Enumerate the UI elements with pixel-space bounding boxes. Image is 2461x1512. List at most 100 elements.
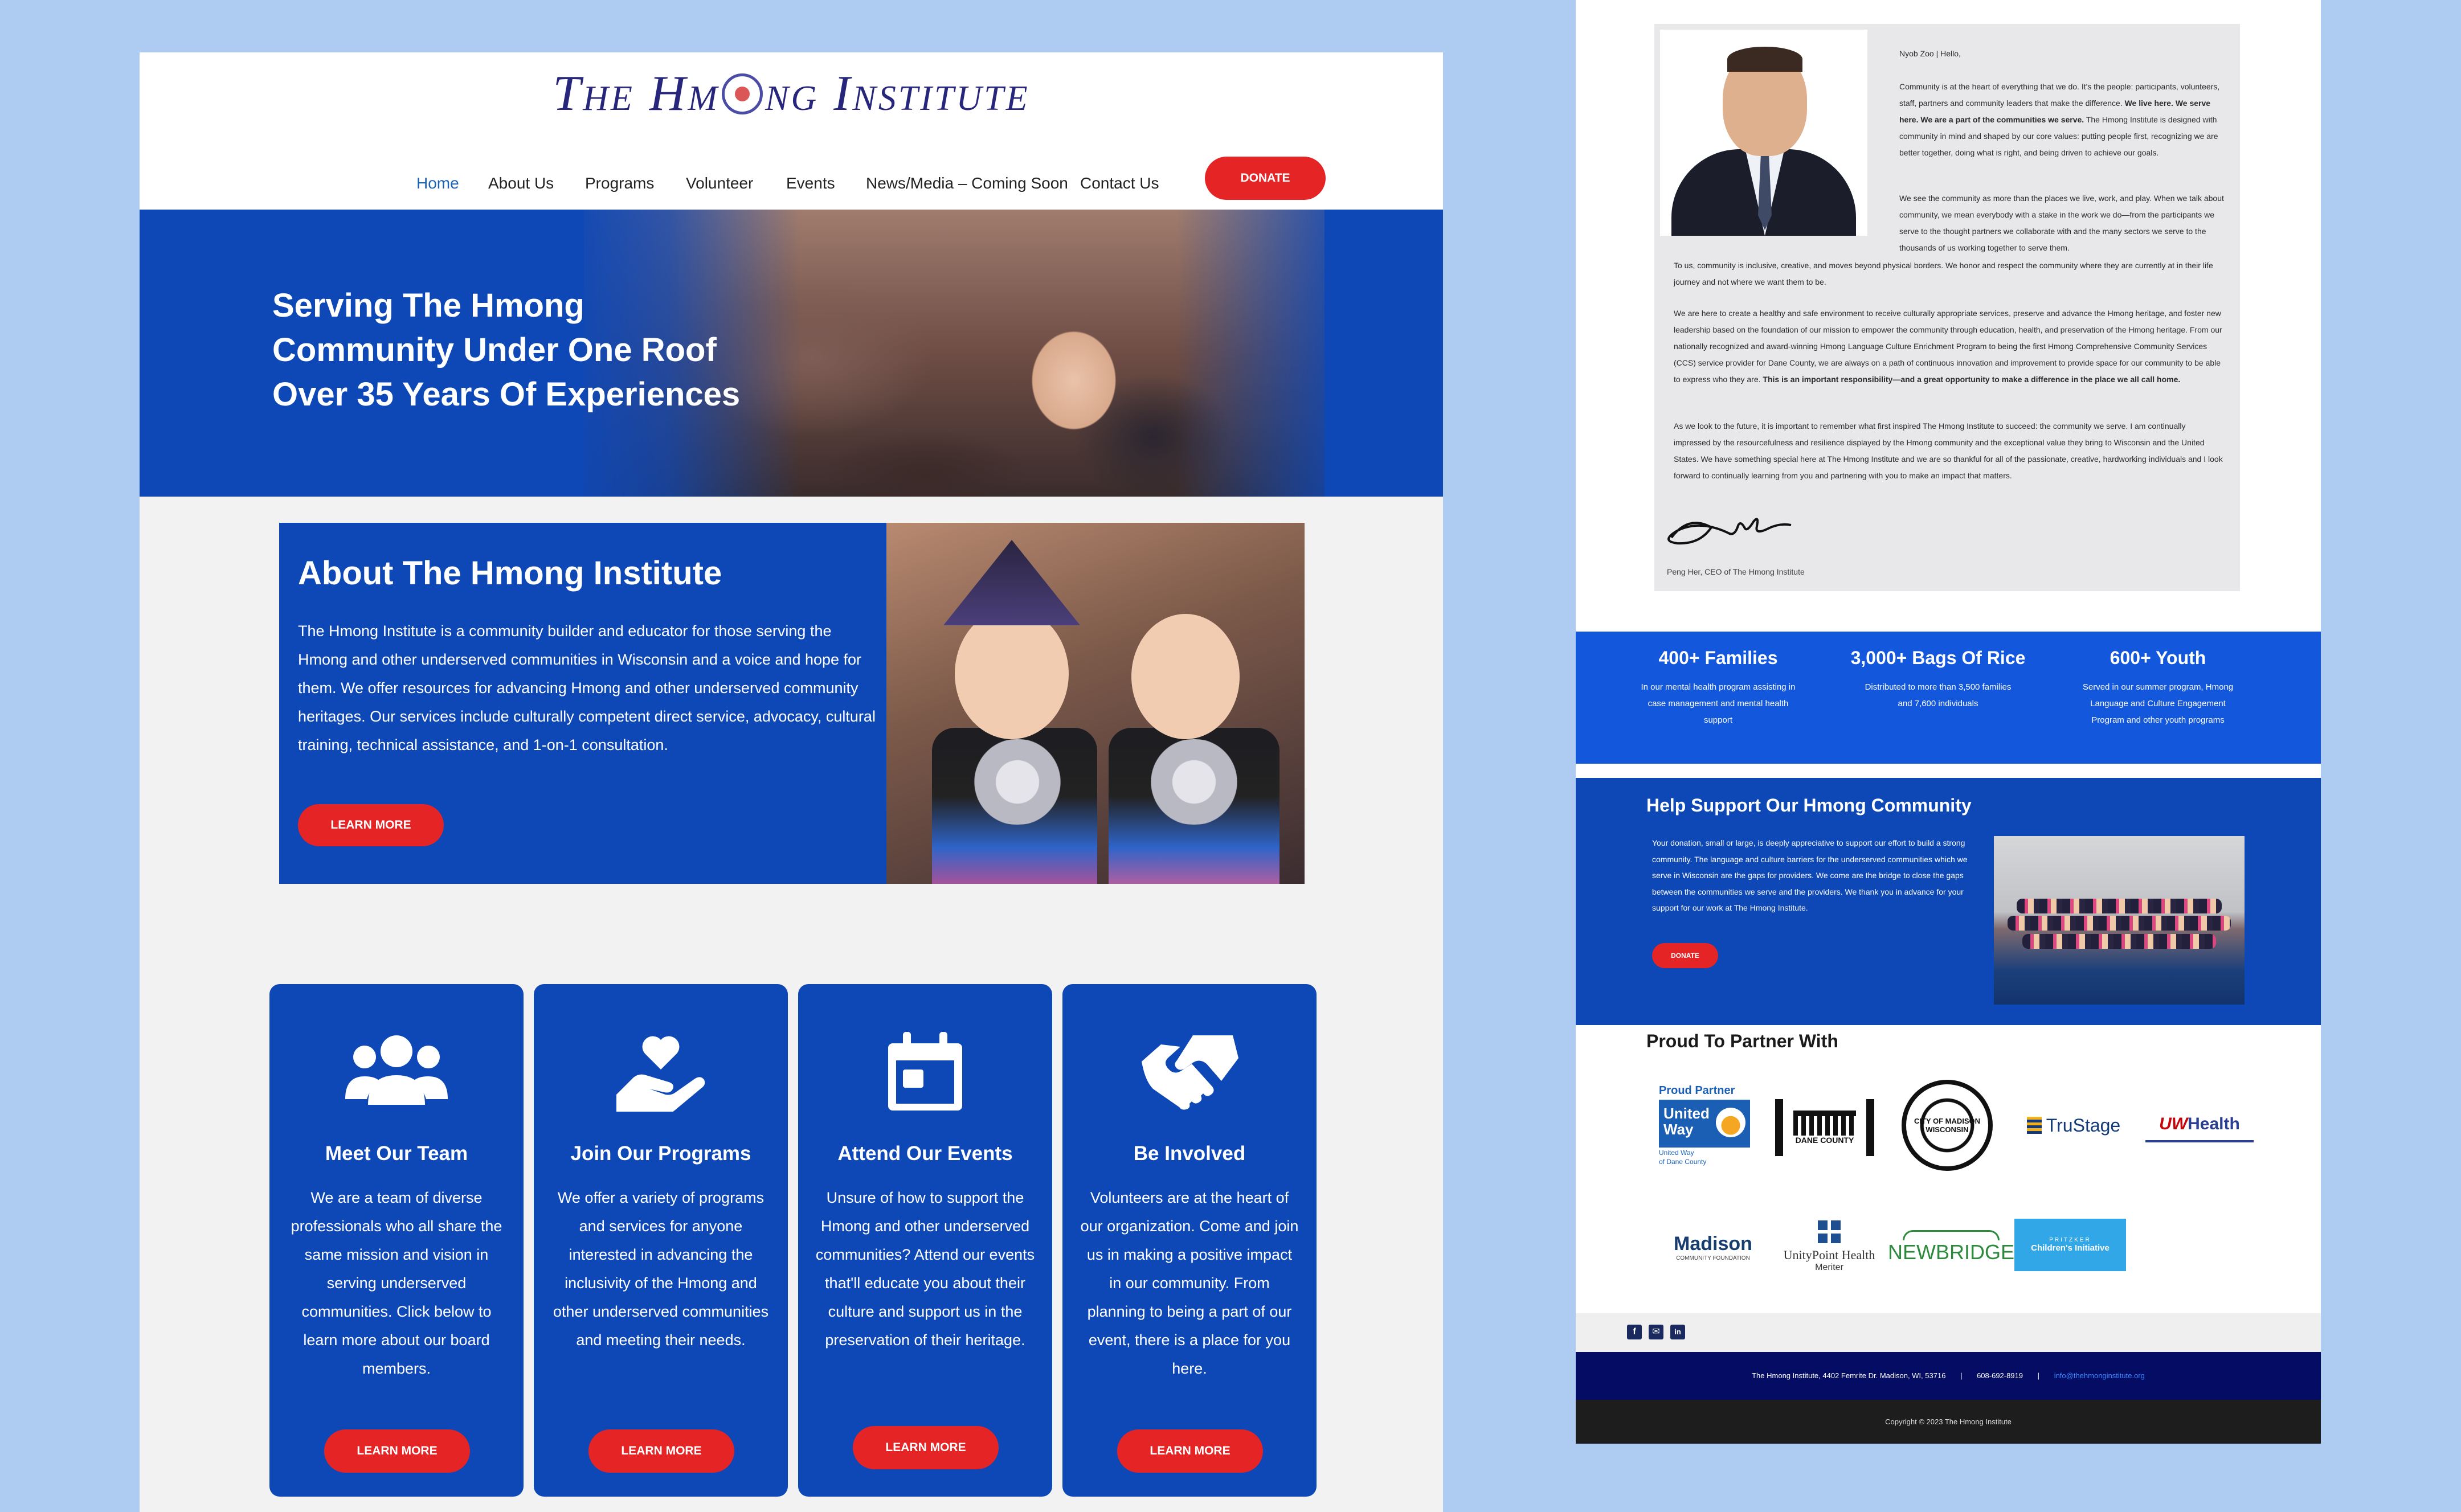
dane-county-logo[interactable]: DANE COUNTY — [1775, 1099, 1874, 1156]
photo-row-front — [2022, 934, 2216, 949]
pritzker-childrens-initiative-logo[interactable]: PRITZKER Children's Initiative — [2014, 1219, 2126, 1271]
stat-caption: In our mental health program assisting i… — [1641, 682, 1796, 725]
hand-heart-icon — [534, 1032, 788, 1117]
letter-paragraph-1: Community is at the heart of everything … — [1899, 79, 2224, 161]
letter-paragraph-4: We are here to create a healthy and safe… — [1674, 305, 2224, 388]
partners-title: Proud To Partner With — [1646, 1031, 1838, 1051]
unitypoint-cross-icon — [1818, 1220, 1841, 1243]
dane-county-text: DANE COUNTY — [1795, 1136, 1854, 1145]
photo-row-middle — [2008, 916, 2231, 931]
madison-seal-text: CITY OF MADISON WISCONSIN — [1914, 1117, 1980, 1134]
stat-rice: 3,000+ Bags Of Rice Distributed to more … — [1841, 648, 2035, 712]
uw-sub-1: United Way — [1659, 1148, 1694, 1157]
nav-events[interactable]: Events — [786, 161, 835, 206]
site-header: The Hm ng Institute Home About Us Program… — [140, 52, 1443, 210]
unitypoint-health-logo[interactable]: UnityPoint Health Meriter — [1775, 1215, 1883, 1278]
ceo-signature — [1667, 518, 1792, 545]
footer-divider: | — [2037, 1371, 2040, 1380]
impact-stats: 400+ Families In our mental health progr… — [1576, 632, 2321, 764]
about-learn-more-button[interactable]: LEARN MORE — [298, 804, 444, 846]
hero-line-2: Community Under One Roof — [272, 331, 717, 368]
nav-news-media[interactable]: News/Media – Coming Soon — [866, 161, 1068, 206]
email-icon[interactable]: ✉ — [1649, 1325, 1663, 1339]
support-text: Your donation, small or large, is deeply… — [1652, 838, 1968, 912]
card-join-our-programs: Join Our Programs We offer a variety of … — [534, 984, 788, 1497]
card-text: Unsure of how to support the Hmong and o… — [815, 1189, 1035, 1349]
nav-programs[interactable]: Programs — [585, 161, 654, 206]
social-bar: f ✉ in — [1576, 1313, 2321, 1352]
about-page-panel: Nyob Zoo | Hello, Community is at the he… — [1576, 0, 2321, 1444]
nav-volunteer[interactable]: Volunteer — [686, 161, 753, 206]
card-title: Meet Our Team — [325, 1142, 468, 1165]
nav-home[interactable]: Home — [416, 161, 459, 206]
card-text: We offer a variety of programs and servi… — [553, 1189, 769, 1349]
stat-number: 400+ Families — [1658, 648, 1778, 668]
hero-fade-right — [1176, 210, 1443, 497]
footer-email-link[interactable]: info@thehmonginstitute.org — [2054, 1371, 2145, 1380]
letter-paragraph-3: To us, community is inclusive, creative,… — [1674, 261, 2213, 286]
stat-families: 400+ Families In our mental health progr… — [1621, 648, 1815, 728]
madison-community-foundation-logo[interactable]: Madison COMMUNITY FOUNDATION — [1659, 1224, 1767, 1270]
unitypoint-sub: Meriter — [1815, 1263, 1843, 1272]
madison-cf-sub: COMMUNITY FOUNDATION — [1676, 1255, 1750, 1261]
stat-youth: 600+ Youth Served in our summer program,… — [2061, 648, 2255, 728]
newbridge-text: NEWBRIDGE — [1888, 1240, 2015, 1264]
footer-address: The Hmong Institute, 4402 Femrite Dr. Ma… — [1752, 1371, 1946, 1380]
handshake-icon — [1062, 1032, 1317, 1117]
facebook-icon[interactable]: f — [1627, 1325, 1642, 1339]
pritzker-top: PRITZKER — [2049, 1237, 2091, 1243]
about-text: The Hmong Institute is a community build… — [298, 622, 876, 753]
letter-p4-text: We are here to create a healthy and safe… — [1674, 309, 2222, 384]
card-text: We are a team of diverse professionals w… — [291, 1189, 502, 1377]
card-title: Attend Our Events — [837, 1142, 1013, 1165]
ceo-letter: Nyob Zoo | Hello, Community is at the he… — [1654, 24, 2240, 591]
team-learn-more-button[interactable]: LEARN MORE — [324, 1429, 470, 1473]
nav-about-us[interactable]: About Us — [488, 161, 554, 206]
card-title: Join Our Programs — [570, 1142, 751, 1165]
unitypoint-name: UnityPoint Health — [1783, 1248, 1875, 1262]
nav-contact-us[interactable]: Contact Us — [1080, 161, 1159, 206]
pritzker-main: Children's Initiative — [2031, 1243, 2110, 1253]
hero-banner: Serving The Hmong Community Under One Ro… — [140, 210, 1443, 497]
logo-text-part2: ng Institute — [765, 66, 1030, 121]
linkedin-icon[interactable]: in — [1670, 1325, 1685, 1339]
hero-line-3: Over 35 Years Of Experiences — [272, 376, 741, 413]
trustage-logo[interactable]: TruStage — [2017, 1108, 2131, 1142]
signature-caption: Peng Her, CEO of The Hmong Institute — [1667, 567, 1805, 576]
photo-face-right — [1131, 614, 1240, 739]
card-title: Be Involved — [1133, 1142, 1246, 1165]
letter-paragraph-2: We see the community as more than the pl… — [1899, 194, 2224, 252]
about-section: About The Hmong Institute The Hmong Inst… — [279, 523, 1305, 884]
card-text: Volunteers are at the heart of our organ… — [1080, 1189, 1299, 1377]
madison-cf-name: Madison — [1674, 1233, 1752, 1255]
group-photo — [1994, 836, 2245, 1005]
hero-title: Serving The Hmong Community Under One Ro… — [272, 284, 785, 417]
programs-learn-more-button[interactable]: LEARN MORE — [588, 1429, 734, 1473]
uw-health-logo[interactable]: UW Health — [2145, 1108, 2254, 1142]
trustage-text: TruStage — [2046, 1114, 2121, 1136]
events-learn-more-button[interactable]: LEARN MORE — [853, 1426, 999, 1469]
users-group-icon — [269, 1032, 524, 1117]
photo-necklace-right — [1137, 739, 1251, 825]
support-donate-button[interactable]: DONATE — [1652, 943, 1718, 968]
homepage-panel: The Hm ng Institute Home About Us Program… — [140, 52, 1443, 1512]
logo-text-part1: The Hm — [553, 66, 720, 121]
involved-learn-more-button[interactable]: LEARN MORE — [1117, 1429, 1263, 1473]
newbridge-logo[interactable]: NEWBRIDGE — [1888, 1224, 2014, 1270]
madison-seal-bottom: WISCONSIN — [1926, 1125, 1969, 1134]
footer-phone[interactable]: 608-692-8919 — [1977, 1371, 2023, 1380]
card-meet-our-team: Meet Our Team We are a team of diverse p… — [269, 984, 524, 1497]
letter-p4-bold: This is an important responsibility—and … — [1763, 375, 2181, 384]
site-logo[interactable]: The Hm ng Institute — [140, 65, 1443, 122]
site-footer: The Hmong Institute, 4402 Femrite Dr. Ma… — [1576, 1352, 2321, 1400]
madison-seal-top: CITY OF MADISON — [1914, 1117, 1981, 1125]
support-section: Help Support Our Hmong Community Your do… — [1576, 778, 2321, 1025]
donate-button[interactable]: DONATE — [1205, 157, 1326, 200]
ceo-portrait — [1660, 30, 1867, 236]
uw-line-1: United — [1663, 1104, 1710, 1122]
united-way-logo[interactable]: Proud Partner United Way United Way of D… — [1659, 1082, 1756, 1167]
stat-caption: Served in our summer program, Hmong Lang… — [2082, 682, 2234, 725]
photo-face-left — [955, 608, 1069, 739]
city-of-madison-seal[interactable]: CITY OF MADISON WISCONSIN — [1902, 1080, 1993, 1171]
stat-caption: Distributed to more than 3,500 families … — [1865, 682, 2012, 708]
